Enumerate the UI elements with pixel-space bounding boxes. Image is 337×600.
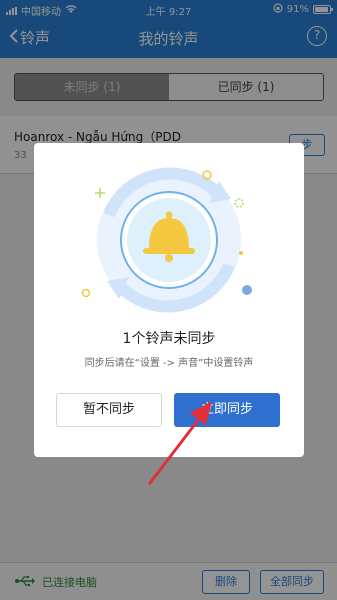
dialog-title: 1个铃声未同步 bbox=[122, 331, 216, 347]
annotation-arrow-icon bbox=[140, 395, 220, 495]
dialog-description: 同步后请在“设置 -> 声音”中设置铃声 bbox=[84, 358, 254, 369]
bell-sync-illustration bbox=[69, 155, 269, 325]
